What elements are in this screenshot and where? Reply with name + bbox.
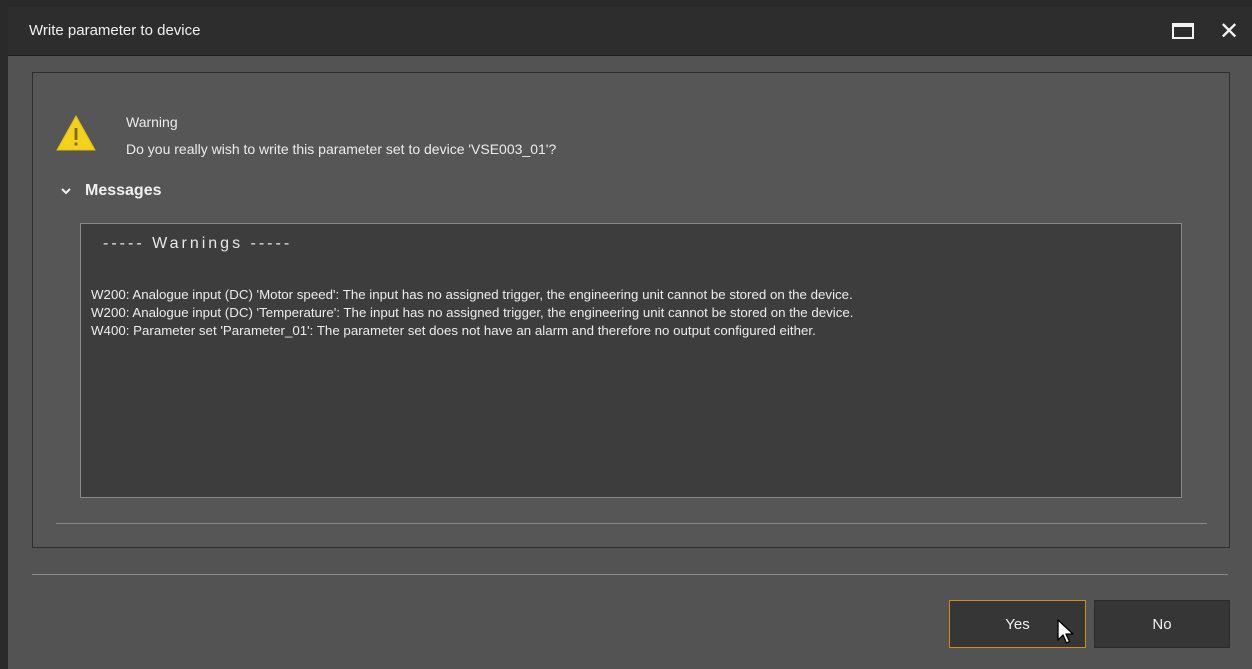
yes-button-label: Yes bbox=[1005, 615, 1030, 633]
maximize-icon bbox=[1172, 23, 1194, 39]
close-button[interactable]: ✕ bbox=[1214, 16, 1244, 46]
no-button-label: No bbox=[1152, 615, 1172, 633]
content-panel: Warning Do you really wish to write this… bbox=[32, 72, 1230, 548]
message-line: W400: Parameter set 'Parameter_01': The … bbox=[91, 323, 816, 338]
warnings-heading: ----- Warnings ----- bbox=[103, 235, 293, 252]
warning-question: Do you really wish to write this paramet… bbox=[126, 141, 557, 157]
yes-button[interactable]: Yes bbox=[949, 600, 1086, 648]
message-list: W200: Analogue input (DC) 'Motor speed':… bbox=[91, 286, 854, 340]
dialog-window: Write parameter to device ✕ Warning Do y… bbox=[8, 7, 1252, 669]
panel-divider bbox=[56, 523, 1207, 524]
titlebar[interactable]: Write parameter to device ✕ bbox=[8, 7, 1252, 56]
window-title: Write parameter to device bbox=[29, 22, 201, 39]
maximize-button[interactable] bbox=[1168, 16, 1198, 46]
warning-heading: Warning bbox=[126, 114, 178, 130]
warning-icon bbox=[56, 115, 96, 151]
messages-toggle[interactable]: Messages bbox=[59, 182, 162, 200]
message-line: W200: Analogue input (DC) 'Temperature':… bbox=[91, 305, 854, 320]
footer-divider bbox=[32, 574, 1228, 575]
messages-label: Messages bbox=[85, 182, 162, 199]
messages-textbox[interactable]: ----- Warnings ----- W200: Analogue inpu… bbox=[80, 223, 1182, 498]
close-icon: ✕ bbox=[1218, 17, 1240, 45]
chevron-down-icon bbox=[61, 188, 71, 195]
message-line: W200: Analogue input (DC) 'Motor speed':… bbox=[91, 287, 853, 302]
no-button[interactable]: No bbox=[1094, 600, 1230, 648]
